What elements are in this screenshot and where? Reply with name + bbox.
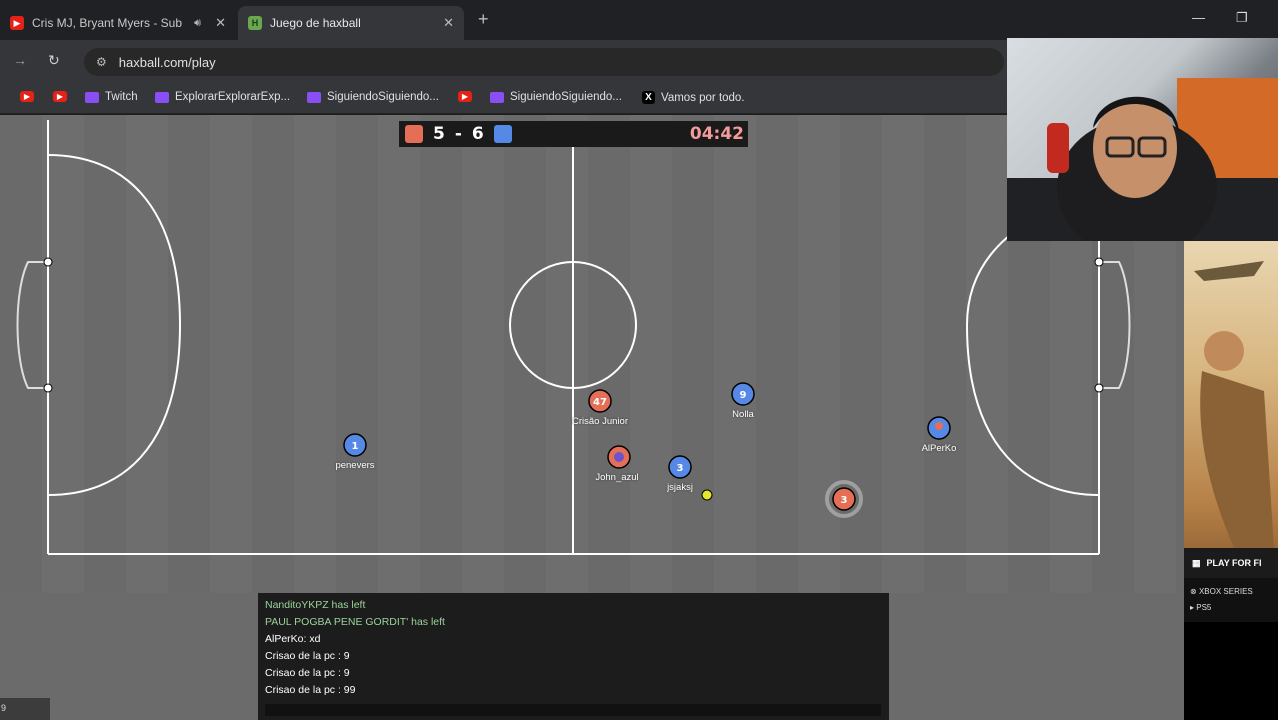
player-name: Nolla [732, 409, 754, 420]
chat-message: NanditoYKPZ has left [265, 599, 366, 611]
goal-post [43, 257, 53, 267]
scoreboard: 5 - 6 04:42 [399, 121, 748, 147]
score-blue: 6 [471, 124, 484, 144]
player-name: penevers [335, 460, 375, 471]
chat-message: PAUL POGBA PENE GORDIT' has left [265, 616, 445, 628]
ad-cta-label: PLAY FOR FI [1206, 558, 1262, 568]
ad-blank-area [1184, 622, 1278, 720]
xbox-icon: ⊗ [1190, 587, 1199, 596]
red-team-swatch [405, 125, 423, 143]
chat-message: Crisao de la pc : 99 [265, 684, 356, 696]
score-separator: - [454, 124, 462, 144]
player-name: Crisão Junior [572, 416, 628, 427]
match-timer: 04:42 [689, 124, 744, 144]
player-number: 3 [677, 463, 684, 474]
chat-message: Crisao de la pc : 9 [265, 667, 350, 679]
blue-team-swatch [493, 125, 512, 143]
score-red: 5 [433, 124, 445, 144]
mushroom-icon [935, 422, 943, 430]
chat-panel: NanditoYKPZ has left PAUL POGBA PENE GOR… [258, 593, 889, 720]
emblem-icon [614, 452, 624, 462]
player-john-azul [607, 445, 631, 469]
streamer-picture [1007, 78, 1278, 241]
chat-message: AlPerKo: xd [265, 633, 321, 645]
corner-indicator: 9 [0, 698, 50, 720]
player-crisao-junior: 47 [588, 389, 612, 413]
player-name: AlPerKo [921, 443, 957, 454]
player-number: 3 [841, 495, 848, 506]
webcam-overlay [1007, 38, 1278, 241]
windows-icon: ▦ [1192, 557, 1201, 568]
player-alperko [927, 416, 951, 440]
ad-artwork [1194, 261, 1274, 548]
goal-post [43, 383, 53, 393]
ad-cta-button[interactable]: ▦ PLAY FOR FI [1184, 548, 1278, 578]
player-number: 1 [352, 441, 359, 452]
player-self: 3 [825, 480, 863, 518]
goal-post [1094, 383, 1104, 393]
player-number: 47 [593, 397, 607, 408]
screen: ▶ Cris MJ, Bryant Myers - Sub 🔊︎ ✕ H Jue… [0, 0, 1278, 720]
chat-input[interactable] [265, 704, 881, 716]
player-jsjaksj: 3 [668, 455, 692, 479]
player-name: jsjaksj [667, 482, 693, 493]
player-penevers: 1 [343, 433, 367, 457]
platform-label: PS5 [1196, 603, 1212, 612]
ad-platforms: ⊗ XBOX SERIES ▸ PS5 [1184, 578, 1278, 622]
chat-message: Crisao de la pc : 9 [265, 650, 350, 662]
player-nolla: 9 [731, 382, 755, 406]
goal-post [1094, 257, 1104, 267]
platform-label: XBOX SERIES [1198, 587, 1253, 596]
player-number: 9 [740, 390, 747, 401]
